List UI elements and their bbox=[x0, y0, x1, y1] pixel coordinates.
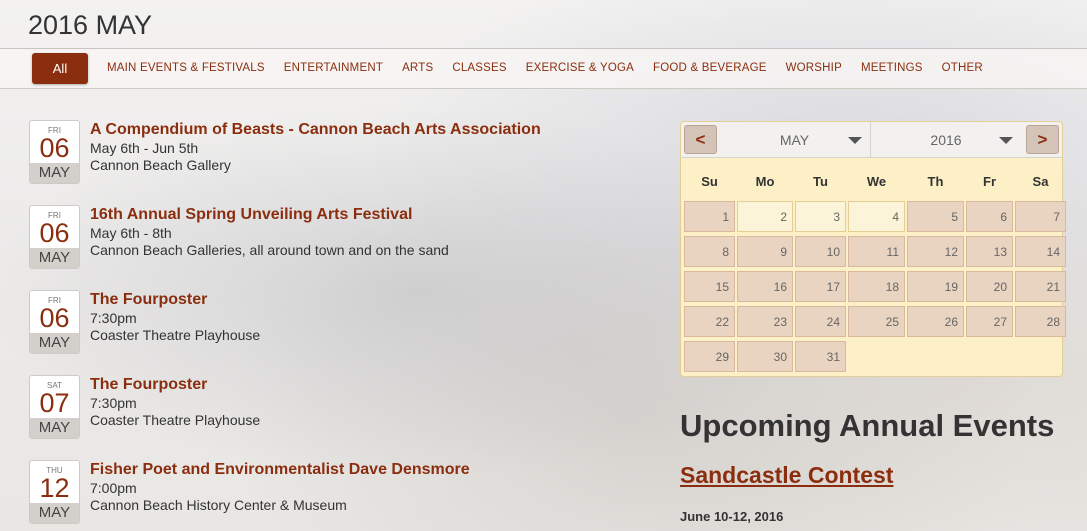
date-day: 06 bbox=[39, 218, 70, 248]
filter-other[interactable]: OTHER bbox=[942, 62, 983, 74]
calendar-day-cell[interactable]: 19 bbox=[907, 271, 964, 302]
date-badge: FRI 06 MAY bbox=[29, 290, 80, 354]
calendar-header: < MAY 2016 > bbox=[681, 122, 1062, 158]
calendar-day-cell[interactable]: 10 bbox=[795, 236, 846, 267]
calendar-day-cell[interactable]: 4 bbox=[848, 201, 905, 232]
calendar-day-cell[interactable]: 21 bbox=[1015, 271, 1066, 302]
calendar-day-cell[interactable]: 11 bbox=[848, 236, 905, 267]
filter-arts[interactable]: ARTS bbox=[402, 62, 433, 74]
calendar-day-cell[interactable]: 13 bbox=[966, 236, 1013, 267]
calendar-day-cell[interactable]: 24 bbox=[795, 306, 846, 337]
calendar-day-cell[interactable]: 17 bbox=[795, 271, 846, 302]
event-time: May 6th - 8th bbox=[90, 225, 172, 241]
calendar-day-cell[interactable]: 15 bbox=[684, 271, 735, 302]
prev-month-button[interactable]: < bbox=[684, 125, 717, 154]
upcoming-event-link[interactable]: Sandcastle Contest bbox=[680, 462, 893, 489]
weekday-label: Su bbox=[701, 174, 718, 189]
filter-meetings[interactable]: MEETINGS bbox=[861, 62, 923, 74]
calendar-day-cell[interactable]: 1 bbox=[684, 201, 735, 232]
filter-classes[interactable]: CLASSES bbox=[452, 62, 506, 74]
event-location: Coaster Theatre Playhouse bbox=[90, 412, 261, 428]
event-title-link[interactable]: 16th Annual Spring Unveiling Arts Festiv… bbox=[90, 205, 449, 225]
date-month: MAY bbox=[30, 333, 79, 353]
events-page: 2016 MAY All MAIN EVENTS & FESTIVALS ENT… bbox=[0, 0, 1087, 531]
event-title-link[interactable]: The Fourposter bbox=[90, 290, 260, 310]
filter-all-button[interactable]: All bbox=[32, 53, 88, 84]
calendar-day-cell[interactable]: 22 bbox=[684, 306, 735, 337]
calendar-day-cell[interactable]: 8 bbox=[684, 236, 735, 267]
calendar-day-cell[interactable]: 5 bbox=[907, 201, 964, 232]
date-badge: THU 12 MAY bbox=[29, 460, 80, 524]
event-time: 7:00pm bbox=[90, 480, 137, 496]
date-month: MAY bbox=[30, 503, 79, 523]
calendar-day-cell[interactable]: 2 bbox=[737, 201, 793, 232]
chevron-down-icon bbox=[848, 137, 862, 144]
calendar-day-cell[interactable]: 27 bbox=[966, 306, 1013, 337]
date-day: 06 bbox=[39, 303, 70, 333]
date-day: 06 bbox=[39, 133, 70, 163]
date-badge: FRI 06 MAY bbox=[29, 205, 80, 269]
calendar-day-cell[interactable]: 30 bbox=[737, 341, 793, 372]
calendar-day-cell[interactable]: 14 bbox=[1015, 236, 1066, 267]
month-select[interactable]: MAY bbox=[719, 122, 871, 158]
upcoming-event-date: June 10-12, 2016 bbox=[680, 509, 784, 524]
event-time: 7:30pm bbox=[90, 310, 137, 326]
date-day: 12 bbox=[39, 473, 70, 503]
month-select-value: MAY bbox=[779, 132, 810, 148]
calendar-day-cell[interactable]: 3 bbox=[795, 201, 846, 232]
event-location: Cannon Beach Gallery bbox=[90, 157, 231, 173]
calendar-day-cell[interactable]: 28 bbox=[1015, 306, 1066, 337]
calendar-day-cell[interactable]: 29 bbox=[684, 341, 735, 372]
weekday-label: Th bbox=[927, 174, 944, 189]
chevron-down-icon bbox=[999, 137, 1013, 144]
date-day: 07 bbox=[39, 388, 70, 418]
filter-worship[interactable]: WORSHIP bbox=[786, 62, 842, 74]
calendar-day-cell[interactable]: 9 bbox=[737, 236, 793, 267]
filter-entertainment[interactable]: ENTERTAINMENT bbox=[284, 62, 383, 74]
calendar-day-cell[interactable]: 6 bbox=[966, 201, 1013, 232]
category-filter-bar: All MAIN EVENTS & FESTIVALS ENTERTAINMEN… bbox=[0, 49, 1087, 89]
weekday-label: We bbox=[866, 174, 887, 189]
weekday-label: Sa bbox=[1032, 174, 1049, 189]
date-month: MAY bbox=[30, 418, 79, 438]
calendar-day-cell[interactable]: 18 bbox=[848, 271, 905, 302]
event-location: Cannon Beach Galleries, all around town … bbox=[90, 242, 449, 258]
calendar-day-cell[interactable]: 23 bbox=[737, 306, 793, 337]
calendar-day-cell[interactable]: 16 bbox=[737, 271, 793, 302]
event-location: Coaster Theatre Playhouse bbox=[90, 327, 261, 343]
year-select[interactable]: 2016 bbox=[871, 122, 1021, 158]
event-title-link[interactable]: A Compendium of Beasts - Cannon Beach Ar… bbox=[90, 120, 541, 140]
weekday-label: Mo bbox=[755, 174, 775, 189]
event-time: May 6th - Jun 5th bbox=[90, 140, 199, 156]
event-location: Cannon Beach History Center & Museum bbox=[90, 497, 347, 513]
upcoming-heading: Upcoming Annual Events bbox=[680, 408, 1055, 443]
date-badge: SAT 07 MAY bbox=[29, 375, 80, 439]
calendar-day-cell[interactable]: 12 bbox=[907, 236, 964, 267]
filter-list: MAIN EVENTS & FESTIVALS ENTERTAINMENT AR… bbox=[107, 62, 1002, 74]
calendar-day-cell[interactable]: 26 bbox=[907, 306, 964, 337]
calendar-day-cell[interactable]: 20 bbox=[966, 271, 1013, 302]
date-month: MAY bbox=[30, 248, 79, 268]
weekday-label: Tu bbox=[813, 174, 828, 189]
date-month: MAY bbox=[30, 163, 79, 183]
calendar-day-cell[interactable]: 31 bbox=[795, 341, 846, 372]
filter-main-events[interactable]: MAIN EVENTS & FESTIVALS bbox=[107, 62, 265, 74]
filter-food-beverage[interactable]: FOOD & BEVERAGE bbox=[653, 62, 767, 74]
calendar-day-cell[interactable]: 25 bbox=[848, 306, 905, 337]
calendar-widget: < MAY 2016 > Su Mo Tu We Th Fr Sa 1 2 3 4 5 6 7 8 9 10 1… bbox=[680, 121, 1066, 377]
next-month-button[interactable]: > bbox=[1026, 125, 1059, 154]
weekday-label: Fr bbox=[983, 174, 996, 189]
event-time: 7:30pm bbox=[90, 395, 137, 411]
event-title-link[interactable]: Fisher Poet and Environmentalist Dave De… bbox=[90, 460, 470, 480]
filter-exercise-yoga[interactable]: EXERCISE & YOGA bbox=[526, 62, 634, 74]
date-badge: FRI 06 MAY bbox=[29, 120, 80, 184]
calendar-day-cell[interactable]: 7 bbox=[1015, 201, 1066, 232]
year-select-value: 2016 bbox=[930, 132, 962, 148]
event-title-link[interactable]: The Fourposter bbox=[90, 375, 260, 395]
page-title: 2016 MAY bbox=[28, 10, 153, 40]
